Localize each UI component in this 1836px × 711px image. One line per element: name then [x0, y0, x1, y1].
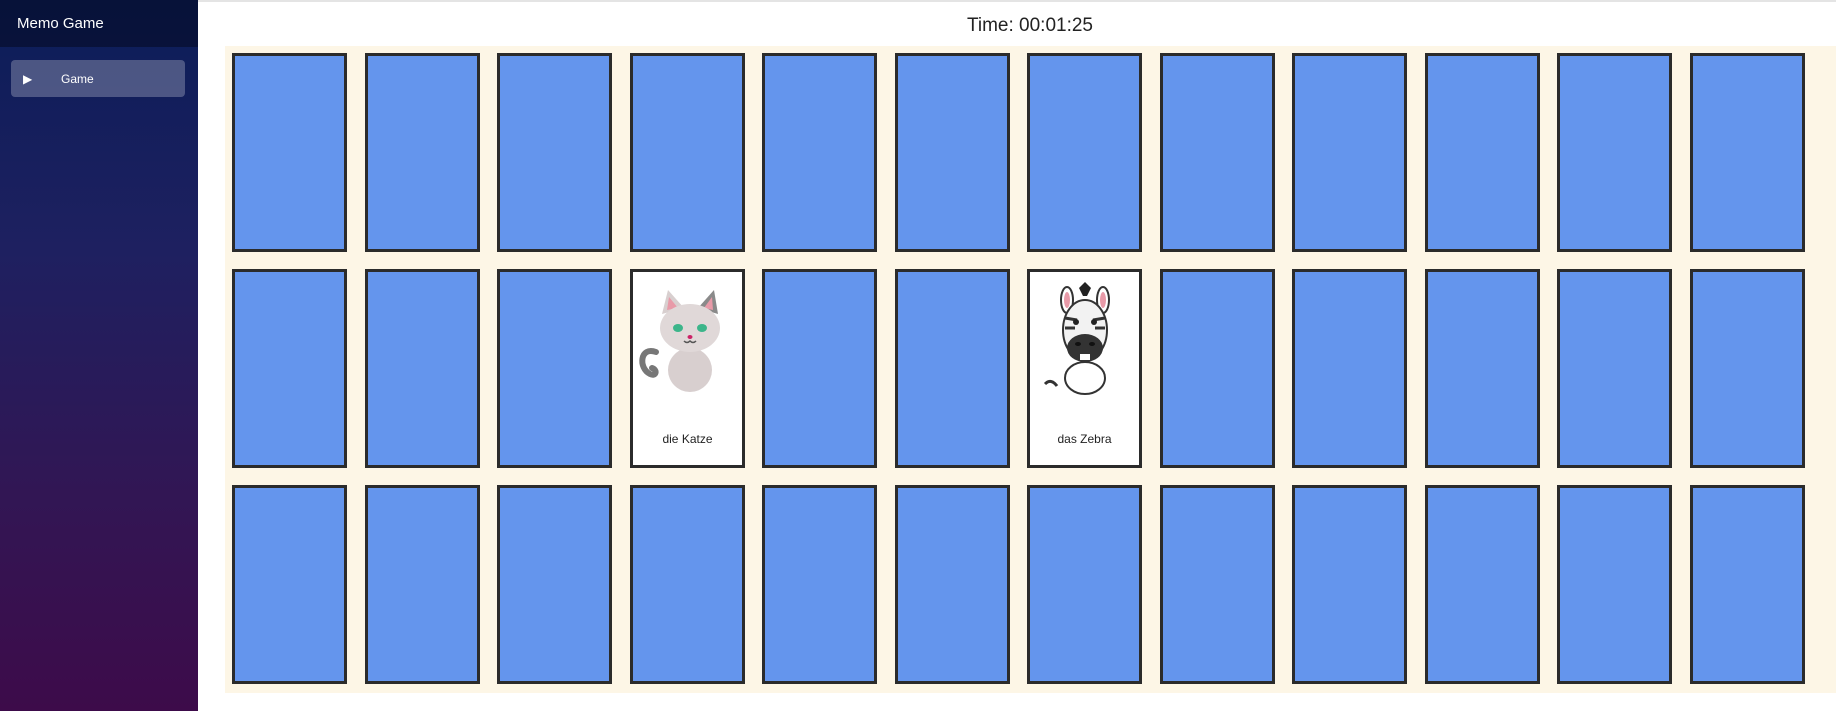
memory-card-face-down[interactable]: [1690, 269, 1805, 468]
card-label: die Katze: [662, 432, 713, 446]
nav-item-label: Game: [61, 71, 94, 86]
memory-card-face-down[interactable]: [1557, 485, 1672, 684]
memory-card-face-down[interactable]: [1425, 269, 1540, 468]
play-icon: ▶: [23, 71, 33, 86]
memory-card-face-down[interactable]: [365, 485, 480, 684]
card-label: das Zebra: [1057, 432, 1112, 446]
memory-card-face-down[interactable]: [1027, 53, 1142, 252]
memory-card-face-down[interactable]: [1292, 485, 1407, 684]
memory-card-face-down[interactable]: [365, 269, 480, 468]
sidebar: Memo Game ▶ Game: [0, 0, 198, 711]
memory-card-face-up[interactable]: die Katze: [630, 269, 745, 468]
memory-card-face-down[interactable]: [232, 53, 347, 252]
game-board: die Katze das Zebra: [225, 46, 1836, 693]
memory-card-face-down[interactable]: [630, 485, 745, 684]
memory-card-face-down[interactable]: [895, 485, 1010, 684]
memory-card-face-down[interactable]: [1160, 269, 1275, 468]
memory-card-face-down[interactable]: [895, 269, 1010, 468]
nav-item-game[interactable]: ▶ Game: [11, 60, 185, 97]
memory-card-face-down[interactable]: [1557, 269, 1672, 468]
memory-card-face-down[interactable]: [1027, 485, 1142, 684]
memory-card-face-down[interactable]: [365, 53, 480, 252]
memory-card-face-down[interactable]: [232, 485, 347, 684]
memory-card-face-down[interactable]: [497, 53, 612, 252]
memory-card-face-down[interactable]: [762, 53, 877, 252]
memory-card-face-down[interactable]: [630, 53, 745, 252]
memory-card-face-down[interactable]: [497, 485, 612, 684]
memory-card-face-down[interactable]: [762, 485, 877, 684]
memory-card-face-down[interactable]: [1160, 485, 1275, 684]
memory-card-face-down[interactable]: [1292, 269, 1407, 468]
app-title: Memo Game: [0, 0, 198, 47]
memory-card-face-down[interactable]: [497, 269, 612, 468]
memory-card-face-down[interactable]: [1292, 53, 1407, 252]
memory-card-face-down[interactable]: [232, 269, 347, 468]
memory-card-face-down[interactable]: [1690, 53, 1805, 252]
memory-card-face-down[interactable]: [762, 269, 877, 468]
game-timer: Time: 00:01:25: [966, 15, 1094, 36]
top-divider: [198, 0, 1836, 2]
memory-card-face-down[interactable]: [1425, 485, 1540, 684]
memory-card-face-down[interactable]: [1557, 53, 1672, 252]
memory-card-face-down[interactable]: [1690, 485, 1805, 684]
memory-card-face-down[interactable]: [1160, 53, 1275, 252]
memory-card-face-down[interactable]: [895, 53, 1010, 252]
memory-card-face-down[interactable]: [1425, 53, 1540, 252]
memory-card-face-up[interactable]: das Zebra: [1027, 269, 1142, 468]
